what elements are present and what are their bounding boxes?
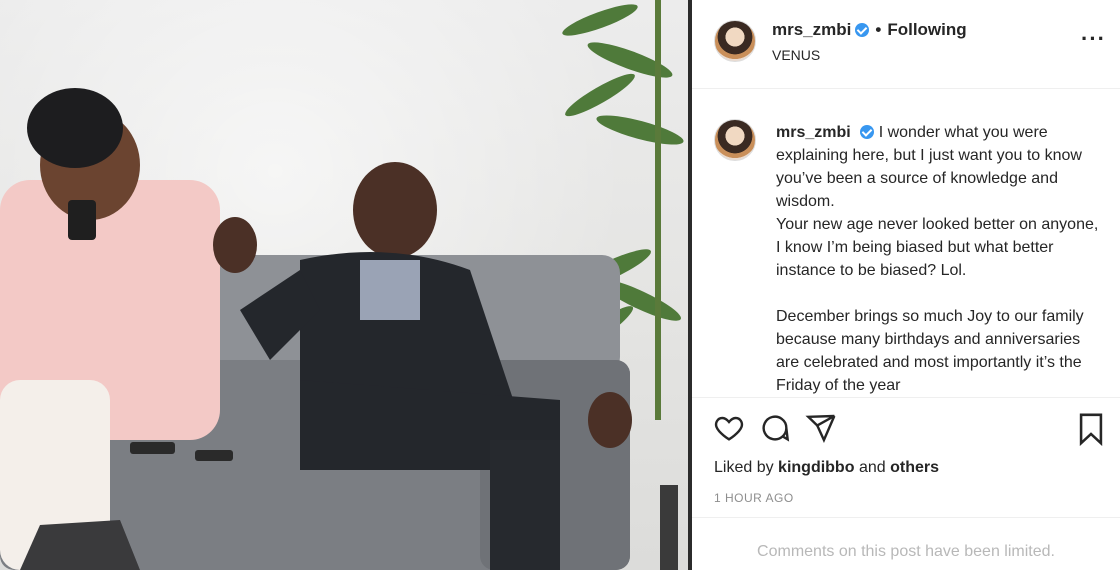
heart-icon[interactable] xyxy=(712,412,746,444)
avatar[interactable] xyxy=(714,20,756,62)
following-button[interactable]: Following xyxy=(887,20,966,39)
send-icon[interactable] xyxy=(804,412,838,444)
likes-prefix: Liked by xyxy=(714,459,774,476)
post-timestamp[interactable]: 1 HOUR AGO xyxy=(714,491,794,505)
action-bar: Liked by kingdibbo and others 1 HOUR AGO xyxy=(692,397,1120,516)
location-link[interactable]: VENUS xyxy=(772,47,820,63)
caption-text: I wonder what you were explaining here, … xyxy=(776,124,1099,394)
bookmark-icon[interactable] xyxy=(1076,412,1106,446)
post-photo[interactable] xyxy=(0,0,688,570)
likes-summary: Liked by kingdibbo and others xyxy=(714,459,939,477)
scrollbar[interactable] xyxy=(660,485,678,570)
comment-icon[interactable] xyxy=(758,412,792,444)
post-sidebar: mrs_zmbi • Following VENUS ··· mrs_zmbi I w… xyxy=(692,0,1120,570)
caption-username-link[interactable]: mrs_zmbi xyxy=(776,124,851,141)
username-link[interactable]: mrs_zmbi xyxy=(772,20,851,39)
more-horizontal-icon[interactable]: ··· xyxy=(1081,26,1106,52)
instagram-post-view: mrs_zmbi • Following VENUS ··· mrs_zmbi I w… xyxy=(0,0,1120,570)
caption-avatar[interactable] xyxy=(714,119,756,161)
caption-text-block: mrs_zmbi I wonder what you were explainin… xyxy=(776,121,1106,395)
caption-section: mrs_zmbi I wonder what you were explainin… xyxy=(692,89,1120,395)
photo-illustration xyxy=(0,0,684,570)
likes-others-link[interactable]: others xyxy=(890,459,939,476)
post-header: mrs_zmbi • Following VENUS ··· xyxy=(692,0,1120,89)
comments-limited-notice: Comments on this post have been limited. xyxy=(692,517,1120,571)
liked-by-user-link[interactable]: kingdibbo xyxy=(778,459,854,476)
separator-dot: • xyxy=(875,20,882,39)
likes-and: and xyxy=(858,459,886,476)
verified-badge-icon xyxy=(859,125,874,139)
verified-badge-icon xyxy=(855,23,870,37)
